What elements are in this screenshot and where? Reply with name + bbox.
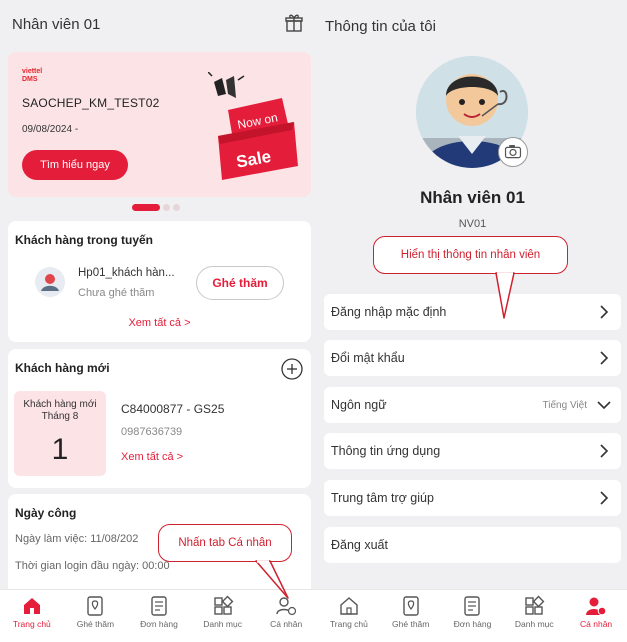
promo-date: 09/08/2024 - bbox=[22, 124, 79, 135]
menu-change-password[interactable]: Đổi mật khẩu bbox=[324, 340, 621, 376]
header-title: Nhân viên 01 bbox=[12, 16, 101, 33]
stat-label: Khách hàng mới Tháng 8 bbox=[23, 399, 97, 422]
carousel-dot[interactable] bbox=[173, 204, 180, 211]
new-customer-phone: 0987636739 bbox=[121, 426, 183, 438]
brand-logo: viettel DMS bbox=[22, 68, 43, 83]
route-customers-title: Khách hàng trong tuyến bbox=[15, 233, 153, 247]
see-all-link[interactable]: Xem tất cả > bbox=[121, 451, 183, 463]
login-time: Thời gian login đầu ngày: 00:00 bbox=[15, 560, 170, 572]
nav-home[interactable]: Trang chủ bbox=[0, 590, 64, 642]
nav-categories[interactable]: Danh mục bbox=[191, 590, 255, 642]
menu-language[interactable]: Ngôn ngữ Tiếng Việt bbox=[324, 387, 621, 423]
category-icon bbox=[213, 595, 234, 615]
nav-home[interactable]: Trang chủ bbox=[318, 590, 380, 642]
sale-illustration: Now on Sale bbox=[208, 72, 298, 180]
profile-code: NV01 bbox=[458, 218, 487, 230]
add-circle-icon[interactable] bbox=[281, 358, 303, 380]
nav-visit[interactable]: Ghé thăm bbox=[380, 590, 442, 642]
promo-banner[interactable]: viettel DMS SAOCHEP_KM_TEST02 09/08/2024… bbox=[8, 52, 311, 197]
carousel-dot[interactable] bbox=[163, 204, 170, 211]
nav-orders[interactable]: Đơn hàng bbox=[442, 590, 504, 642]
visit-icon bbox=[87, 596, 104, 616]
profile-icon bbox=[586, 597, 607, 616]
nav-categories[interactable]: Danh mục bbox=[503, 590, 565, 642]
customer-status: Chưa ghé thăm bbox=[78, 287, 155, 299]
home-header: Nhân viên 01 bbox=[0, 0, 318, 48]
order-icon bbox=[464, 596, 481, 616]
menu-help-center[interactable]: Trung tâm trợ giúp bbox=[324, 480, 621, 516]
tap-profile-callout: Nhấn tab Cá nhân bbox=[158, 524, 292, 562]
profile-header: Thông tin của tôi bbox=[318, 0, 627, 48]
nav-profile[interactable]: Cá nhân bbox=[565, 590, 627, 642]
home-icon bbox=[23, 598, 40, 614]
bottom-nav: Trang chủ Ghé thăm Đơn hàng Danh mục Cá … bbox=[318, 589, 627, 642]
stat-value: 1 bbox=[51, 433, 69, 466]
promo-title: SAOCHEP_KM_TEST02 bbox=[22, 96, 160, 110]
order-icon bbox=[151, 596, 167, 616]
callout-pointer-arrow bbox=[495, 272, 515, 319]
callout-pointer-arrow bbox=[255, 560, 289, 599]
chevron-right-icon bbox=[600, 351, 609, 365]
chevron-right-icon bbox=[600, 444, 609, 458]
new-customers-card: Khách hàng mới Khách hàng mới Tháng 8 1 … bbox=[8, 349, 311, 488]
new-customers-stat[interactable]: Khách hàng mới Tháng 8 1 bbox=[14, 391, 106, 476]
carousel-indicator[interactable] bbox=[132, 204, 183, 212]
menu-app-info[interactable]: Thông tin ứng dụng bbox=[324, 433, 621, 469]
profile-name: Nhân viên 01 bbox=[420, 188, 525, 207]
new-customers-title: Khách hàng mới bbox=[15, 361, 110, 375]
workday-title: Ngày công bbox=[15, 506, 77, 520]
camera-icon[interactable] bbox=[498, 137, 528, 167]
language-value: Tiếng Việt bbox=[542, 400, 587, 411]
chevron-right-icon bbox=[600, 491, 609, 505]
chevron-right-icon bbox=[600, 305, 609, 319]
header-title: Thông tin của tôi bbox=[325, 18, 436, 35]
see-all-link[interactable]: Xem tất cả > bbox=[8, 317, 311, 329]
menu-default-login[interactable]: Đăng nhập mặc định bbox=[324, 294, 621, 330]
category-icon bbox=[525, 595, 545, 615]
route-customers-card: Khách hàng trong tuyến Hp01_khách hàn...… bbox=[8, 221, 311, 342]
nav-orders[interactable]: Đơn hàng bbox=[127, 590, 191, 642]
profile-screen: Thông tin của tôi Nhân viên 01 NV01 Đăng… bbox=[318, 0, 627, 642]
work-date: Ngày làm việc: 11/08/202 bbox=[15, 533, 139, 545]
employee-info-callout: Hiển thị thông tin nhân viên bbox=[373, 236, 568, 274]
nav-visit[interactable]: Ghé thăm bbox=[64, 590, 128, 642]
carousel-dot-active[interactable] bbox=[132, 204, 160, 211]
customer-name[interactable]: Hp01_khách hàn... bbox=[78, 267, 175, 279]
chevron-down-icon bbox=[597, 401, 611, 410]
visit-icon bbox=[402, 596, 419, 616]
gift-icon[interactable] bbox=[284, 13, 304, 33]
learn-more-button[interactable]: Tìm hiểu ngay bbox=[22, 150, 128, 180]
visit-button[interactable]: Ghé thăm bbox=[196, 266, 284, 300]
customer-avatar-icon bbox=[35, 267, 65, 297]
new-customer-code[interactable]: C84000877 - GS25 bbox=[121, 402, 224, 416]
home-icon bbox=[340, 597, 358, 615]
menu-logout[interactable]: Đăng xuất bbox=[324, 527, 621, 563]
